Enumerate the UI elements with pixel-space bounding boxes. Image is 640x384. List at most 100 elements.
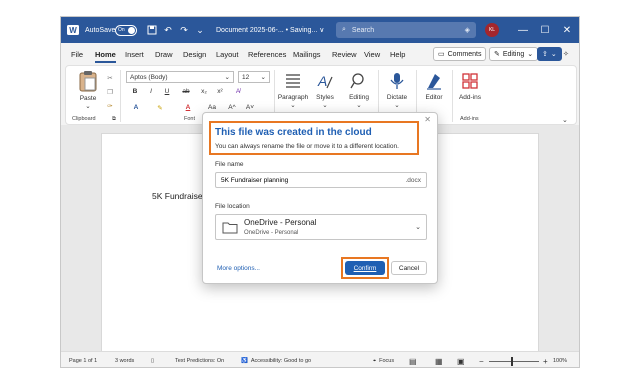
redo-icon[interactable]: ↷	[177, 17, 191, 43]
text-predictions-status[interactable]: Text Predictions: On	[175, 352, 224, 367]
tab-design[interactable]: Design	[183, 43, 206, 65]
close-icon[interactable]: ✕	[424, 115, 431, 124]
paragraph-icon	[286, 74, 300, 88]
zoom-slider-thumb[interactable]	[511, 356, 513, 366]
undo-icon[interactable]: ↶	[161, 17, 175, 43]
word-count[interactable]: 3 words	[115, 352, 134, 367]
font-name-select[interactable]: Aptos (Body) ⌄	[126, 71, 234, 83]
dictate-button[interactable]: Dictate ⌄	[382, 72, 412, 109]
page-count[interactable]: Page 1 of 1	[69, 352, 97, 367]
cancel-button[interactable]: Cancel	[391, 261, 427, 275]
chevron-down-icon: ⌄	[527, 51, 534, 58]
addins-group-label: Add-ins	[460, 116, 479, 122]
proofing-icon[interactable]: ▯	[151, 352, 154, 367]
tab-help[interactable]: Help	[390, 43, 405, 65]
tab-view[interactable]: View	[364, 43, 380, 65]
styles-label: Styles	[316, 94, 334, 101]
tab-insert[interactable]: Insert	[125, 43, 144, 65]
chevron-down-icon: ⌄	[224, 74, 230, 81]
paste-button[interactable]: Paste ⌄	[74, 70, 102, 110]
divider	[452, 70, 453, 122]
svg-text:W: W	[69, 26, 77, 35]
web-layout-icon[interactable]: ▣	[457, 352, 465, 367]
addins-icon	[462, 73, 478, 89]
autosave-state: On	[118, 27, 125, 33]
font-color-icon[interactable]: A	[182, 104, 194, 111]
autosave-toggle[interactable]: On	[115, 17, 137, 43]
editing-label: Editing	[349, 94, 369, 101]
tab-file[interactable]: File	[71, 43, 83, 65]
divider	[120, 70, 121, 122]
copilot-icon[interactable]: ◈	[465, 26, 470, 34]
zoom-out-icon[interactable]: −	[479, 352, 484, 367]
confirm-button[interactable]: Confirm	[345, 261, 385, 275]
tab-home[interactable]: Home	[95, 43, 116, 65]
save-icon[interactable]	[145, 17, 159, 43]
paragraph-button[interactable]: Paragraph ⌄	[278, 72, 308, 109]
tab-review[interactable]: Review	[332, 43, 357, 65]
ribbon-tabs: File Home Insert Draw Design Layout Refe…	[61, 43, 579, 65]
autosave-label: AutoSave	[85, 26, 116, 34]
grow-font-button[interactable]: A^	[226, 104, 238, 111]
addins-label: Add-ins	[458, 94, 482, 101]
subscript-button[interactable]: x₂	[198, 88, 210, 95]
read-mode-icon[interactable]: ▤	[409, 352, 417, 367]
filename-field[interactable]: 5K Fundraiser planning .docx	[215, 172, 427, 188]
copilot-ribbon-icon[interactable]: ✧	[559, 47, 573, 61]
zoom-in-icon[interactable]: +	[543, 352, 548, 367]
focus-button[interactable]: ⌖ Focus	[373, 352, 395, 367]
paste-label: Paste	[79, 95, 97, 102]
styles-icon: A	[317, 73, 333, 89]
clear-formatting-icon[interactable]: A̸	[232, 88, 244, 95]
focus-icon: ⌖	[373, 357, 377, 364]
avatar[interactable]: KL	[485, 23, 499, 37]
styles-button[interactable]: A Styles ⌄	[312, 72, 338, 109]
search-box[interactable]: ⌕ Search ◈	[336, 22, 476, 38]
tab-draw[interactable]: Draw	[155, 43, 173, 65]
cut-icon[interactable]: ✂	[104, 72, 116, 84]
collapse-ribbon-icon[interactable]: ⌄	[562, 116, 568, 124]
editor-button[interactable]: Editor	[420, 72, 448, 101]
shrink-font-button[interactable]: A˅	[244, 104, 256, 111]
document-body-text[interactable]: 5K Fundraiser	[152, 191, 205, 201]
highlight-color-icon[interactable]: ✎	[154, 104, 166, 112]
superscript-button[interactable]: x²	[214, 88, 226, 95]
format-painter-icon[interactable]: ✑	[104, 100, 116, 112]
chevron-down-icon: ⌄	[290, 102, 296, 109]
tab-mailings[interactable]: Mailings	[293, 43, 321, 65]
italic-button[interactable]: I	[146, 88, 156, 95]
underline-button[interactable]: U	[162, 88, 172, 95]
strikethrough-button[interactable]: ab	[180, 88, 192, 95]
bold-button[interactable]: B	[130, 88, 140, 95]
addins-button[interactable]: Add-ins	[456, 72, 484, 101]
focus-label: Focus	[379, 358, 395, 364]
dialog-launcher-icon[interactable]: ⧉	[112, 116, 116, 123]
tab-references[interactable]: References	[248, 43, 286, 65]
accessibility-label: Accessibility: Good to go	[250, 358, 312, 364]
chevron-down-icon: ⌄	[260, 74, 266, 81]
tab-layout[interactable]: Layout	[216, 43, 239, 65]
location-select[interactable]: OneDrive - Personal OneDrive - Personal …	[215, 214, 427, 240]
editor-label: Editor	[425, 94, 443, 101]
change-case-button[interactable]: Aa	[204, 104, 220, 111]
accessibility-icon: ♿	[241, 358, 248, 364]
editing-mode-button[interactable]: ✎ Editing ⌄	[489, 47, 539, 61]
customize-qat-icon[interactable]: ⌄	[193, 17, 207, 43]
accessibility-status[interactable]: ♿ Accessibility: Good to go	[241, 352, 312, 367]
editing-button[interactable]: Editing ⌄	[344, 72, 374, 109]
copy-icon[interactable]: ❐	[104, 86, 116, 98]
location-label: File location	[215, 203, 250, 210]
document-title[interactable]: Document 2025-06-... • Saving... ∨	[216, 17, 324, 43]
print-layout-icon[interactable]: ▦	[435, 352, 443, 367]
save-location-dialog: ✕ This file was created in the cloud You…	[202, 112, 438, 284]
zoom-level[interactable]: 100%	[553, 352, 567, 367]
font-name-value: Aptos (Body)	[130, 73, 168, 81]
more-options-link[interactable]: More options...	[217, 265, 260, 272]
text-effects-icon[interactable]: A	[130, 104, 142, 111]
comments-button[interactable]: ▭ Comments	[433, 47, 487, 61]
zoom-slider[interactable]	[489, 352, 539, 367]
paragraph-label: Paragraph	[277, 94, 309, 101]
font-size-select[interactable]: 12 ⌄	[238, 71, 270, 83]
chevron-down-icon: ⌄	[394, 102, 400, 109]
close-window-icon[interactable]: ✕	[553, 17, 579, 43]
